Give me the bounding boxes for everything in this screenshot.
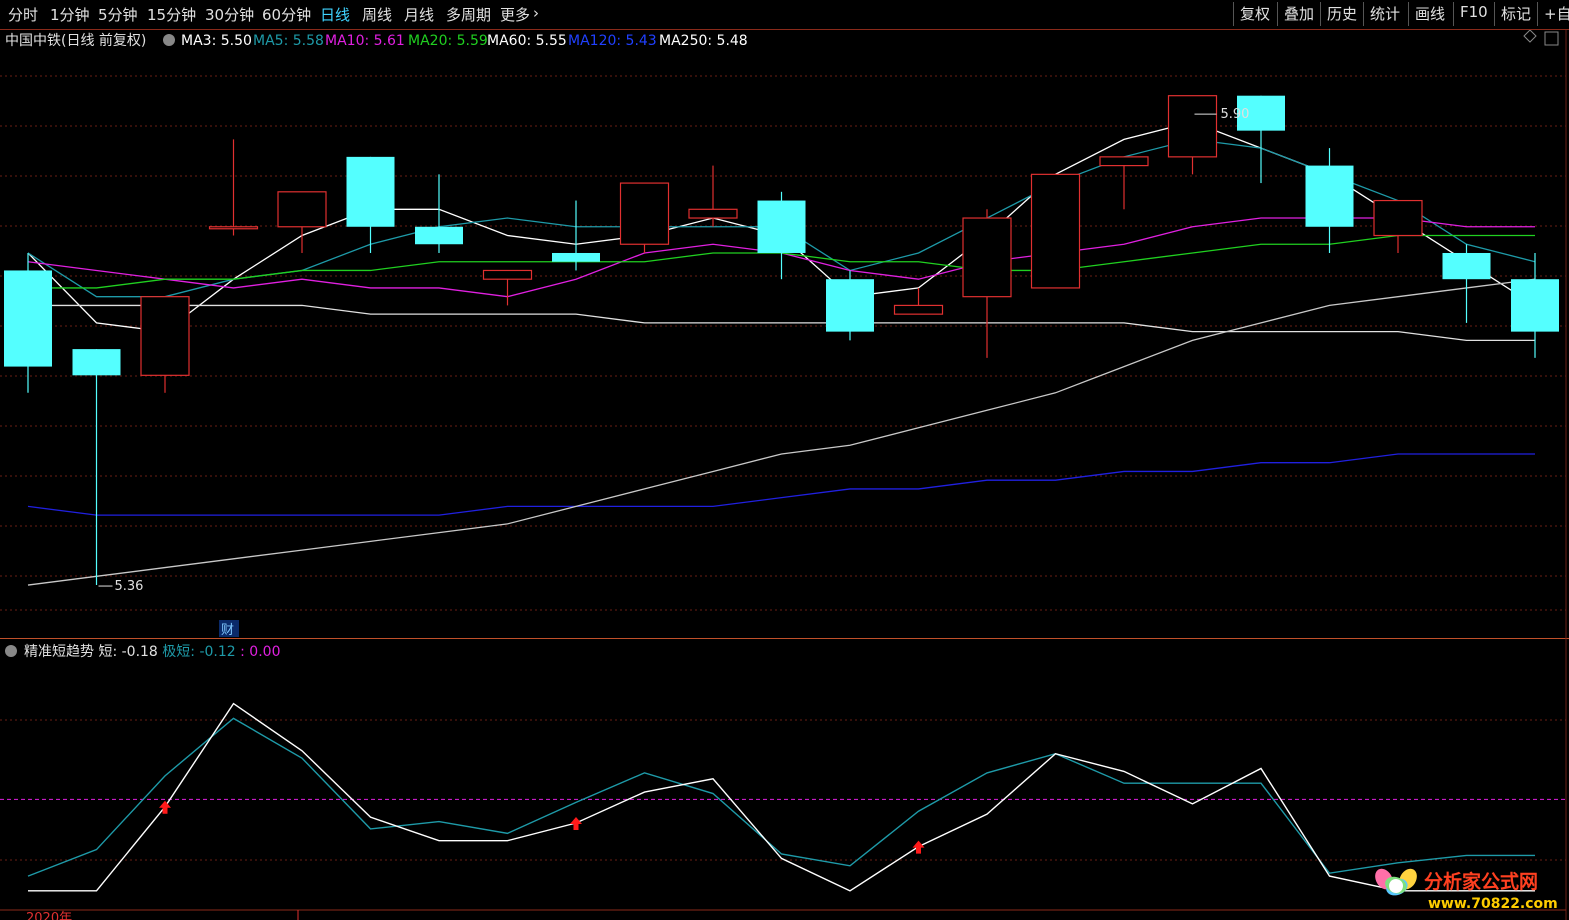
- candle: [1373, 199, 1423, 253]
- candle: [1099, 156, 1149, 210]
- candle-body: [757, 200, 806, 253]
- toolbar-button-4[interactable]: 画线: [1408, 2, 1451, 26]
- candle: [346, 156, 395, 253]
- indicator-collapse-icon: [5, 645, 17, 657]
- candle: [552, 200, 600, 271]
- period-tab-1[interactable]: 1分钟: [50, 4, 90, 25]
- candle-body: [962, 217, 1012, 298]
- chart-canvas: 中国中铁(日线 前复权) MA3: 5.50 MA5: 5.58 MA10: 5.61…: [0, 30, 1567, 920]
- candle-body: [208, 226, 259, 230]
- candle-body: [688, 208, 738, 219]
- year-label: 2020年: [26, 911, 72, 920]
- period-tab-6[interactable]: 日线: [320, 4, 350, 25]
- toolbar-button-5[interactable]: F10: [1453, 2, 1494, 26]
- candle-body: [346, 156, 395, 227]
- candle-body: [1305, 165, 1354, 227]
- period-toolbar: 分时 1分钟 5分钟 15分钟 30分钟 60分钟 日线 周线 月线 多周期 更多 › 复权 叠加 历史 统计…: [0, 0, 1569, 30]
- flower-icon: [1375, 868, 1417, 896]
- ma-label-ma60: MA60: 5.55: [487, 33, 567, 49]
- stock-title: 中国中铁(日线 前复权): [5, 32, 146, 49]
- candle-body: [1167, 95, 1218, 158]
- buy-signal-arrow-icon: [912, 840, 925, 854]
- candle: [1305, 148, 1354, 253]
- period-tab-8[interactable]: 月线: [404, 4, 434, 25]
- ma-line-ma120: [27, 453, 1535, 516]
- candle-body: [4, 270, 52, 367]
- period-tab-4[interactable]: 30分钟: [205, 4, 254, 25]
- stock-mode: (日线 前复权): [61, 32, 146, 49]
- candle: [757, 191, 806, 280]
- candle: [277, 191, 327, 253]
- stock-name: 中国中铁: [5, 33, 61, 49]
- candle-body: [893, 304, 944, 315]
- low-price-label: 5.36: [115, 579, 144, 594]
- candle: [72, 349, 121, 586]
- toolbar-button-0[interactable]: 复权: [1233, 2, 1276, 26]
- indicator-title: 精准短趋势 短: -0.18 极短: -0.12 : 0.00: [24, 644, 280, 660]
- candle: [140, 296, 190, 393]
- candle: [1442, 244, 1491, 323]
- candle-body: [140, 296, 190, 376]
- chevron-right-icon[interactable]: ›: [533, 4, 539, 22]
- toolbar-button-3[interactable]: 统计: [1363, 2, 1406, 26]
- candle: [619, 182, 670, 253]
- ma-label-ma120: MA120: 5.43: [568, 33, 657, 49]
- candle-body: [277, 191, 327, 228]
- watermark-title: 分析家公式网: [1424, 870, 1538, 893]
- indicator-line-short: [28, 702, 1535, 892]
- collapse-chevron-icon: [163, 34, 175, 46]
- candle: [4, 252, 52, 393]
- indicator-ext-label: 极短: -0.12: [162, 644, 240, 660]
- candle: [482, 269, 533, 306]
- diamond-icon: [1523, 30, 1537, 43]
- candle-body: [619, 182, 670, 245]
- candle: [893, 287, 944, 315]
- ma-label-ma20: MA20: 5.59: [408, 33, 488, 49]
- period-tab-0[interactable]: 分时: [8, 4, 38, 25]
- candle: [1511, 252, 1559, 358]
- ma-line-ma250: [27, 278, 1536, 586]
- high-price-label: 5.90: [1221, 107, 1250, 122]
- candle-body: [1511, 279, 1559, 332]
- finance-marker: 财: [221, 623, 234, 638]
- candle: [1167, 95, 1218, 175]
- window-icon: [1544, 31, 1559, 46]
- period-tab-9[interactable]: 多周期: [446, 4, 491, 25]
- candle-body: [1373, 199, 1423, 237]
- candle: [415, 174, 463, 253]
- indicator-line-ext: [27, 717, 1535, 877]
- candle: [688, 165, 738, 227]
- candle-body: [552, 252, 600, 262]
- candle-body: [482, 269, 533, 280]
- ma-label-ma3: MA3: 5.50: [181, 33, 252, 49]
- ma-label-ma5: MA5: 5.58: [253, 33, 324, 49]
- indicator-zero-label: : 0.00: [240, 644, 280, 660]
- candle: [826, 270, 874, 341]
- watermark-url: www.70822.com: [1428, 896, 1558, 912]
- candle: [962, 209, 1012, 358]
- toolbar-button-2[interactable]: 历史: [1320, 2, 1363, 26]
- period-tab-10[interactable]: 更多: [500, 4, 530, 25]
- period-tab-3[interactable]: 15分钟: [147, 4, 196, 25]
- period-tab-5[interactable]: 60分钟: [262, 4, 311, 25]
- buy-signal-arrow-icon: [570, 817, 582, 831]
- candle-body: [72, 349, 121, 376]
- candle-body: [415, 226, 463, 245]
- candle-body: [1030, 173, 1081, 289]
- toolbar-button-6[interactable]: 标记: [1494, 2, 1537, 26]
- candle-body: [826, 279, 874, 332]
- candle-body: [1099, 156, 1149, 167]
- ma-label-ma250: MA250: 5.48: [659, 33, 748, 49]
- candle: [208, 139, 259, 236]
- toolbar-button-1[interactable]: 叠加: [1277, 2, 1320, 26]
- candle-body: [1442, 252, 1491, 280]
- toolbar-button-7[interactable]: +自: [1537, 2, 1569, 26]
- period-tab-7[interactable]: 周线: [362, 4, 392, 25]
- watermark-logo: 分析家公式网 www.70822.com: [1375, 868, 1558, 912]
- ma-label-ma10: MA10: 5.61: [325, 33, 405, 49]
- candle: [1030, 173, 1081, 289]
- period-tab-2[interactable]: 5分钟: [98, 4, 138, 25]
